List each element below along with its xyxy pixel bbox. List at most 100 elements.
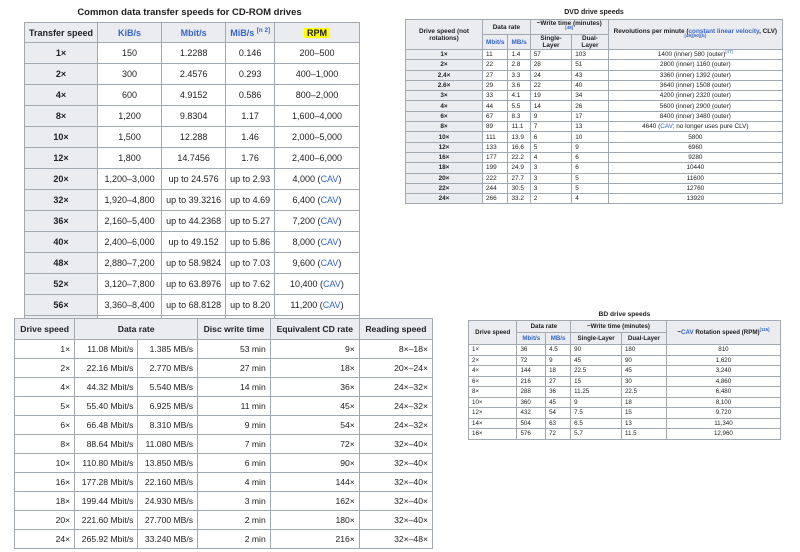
cd-header-mib[interactable]: MiB/s [n 2] xyxy=(225,22,276,43)
cd-mib-cell: up to 5.27 xyxy=(225,210,276,232)
dvd-mbit-link[interactable]: Mbit/s xyxy=(486,39,504,46)
bd-header-mbit[interactable]: Mbit/s xyxy=(516,332,547,345)
cd-mbit-cell: up to 49.152 xyxy=(161,231,227,253)
cd-speed-cell: 36× xyxy=(23,210,99,232)
bd-single-cell: 9 xyxy=(570,396,622,408)
cd-rpm-text: 4,000 ( xyxy=(292,174,321,184)
dvd-dual-cell: 51 xyxy=(571,59,609,71)
cd-rpm-text: 1,600–4,000 xyxy=(291,111,342,121)
cav-link[interactable]: CAV xyxy=(321,258,339,268)
cd-speed-cell: 52× xyxy=(23,273,99,295)
note-n2-link[interactable]: [n 2] xyxy=(257,27,270,34)
cd-mib-cell: up to 2.93 xyxy=(225,168,276,190)
dvd-single-cell: 57 xyxy=(529,48,573,61)
bd-mbit-link[interactable]: Mbit/s xyxy=(522,335,540,342)
gen-mbit-cell: 44.32 Mbit/s xyxy=(74,377,139,397)
gen-reading-cell: 32×–48× xyxy=(358,529,434,549)
cd-rpm-cell: 10,400 (CAV) xyxy=(274,273,360,295)
cav-link[interactable]: CAV xyxy=(323,279,341,289)
cd-mib-cell: 0.586 xyxy=(225,84,276,106)
cd-mib-cell: 1.46 xyxy=(225,126,276,148)
gen-mbit-cell: 88.64 Mbit/s xyxy=(74,434,139,454)
dvd-dual-cell: 4 xyxy=(571,193,609,205)
dvd-speed-cell: 8× xyxy=(405,121,483,133)
paren-close: ) xyxy=(338,237,342,247)
dvd-mbit-cell: 27 xyxy=(481,69,509,81)
cd-mbit-cell: 14.7456 xyxy=(161,147,227,169)
dvd-header-write: ~Write time (minutes)[48] xyxy=(529,19,609,35)
bd-rpm-cell: 11,340 xyxy=(665,417,782,429)
cav-link[interactable]: CAV xyxy=(321,216,339,226)
dvd-dual-cell: 5 xyxy=(571,172,609,184)
cd-rpm-text: 8,000 ( xyxy=(292,237,321,247)
paren-close: ) xyxy=(338,216,342,226)
dvd-dual-cell: 26 xyxy=(571,100,609,112)
dvd-dual-cell: 5 xyxy=(571,182,609,195)
table-row: 56× 3,360–8,400 up to 68.8128 up to 8.20 11,… xyxy=(23,294,360,316)
bd-table-caption: BD drive speeds xyxy=(598,311,651,318)
ref-48-link[interactable]: [48] xyxy=(565,25,573,30)
cd-speed-cell: 10× xyxy=(23,126,99,148)
bd-rpm-cell: 6,480 xyxy=(665,386,782,398)
cav-link[interactable]: CAV xyxy=(321,174,339,184)
dvd-cav-link[interactable]: CAV xyxy=(660,123,672,130)
table-row: 4× 44 5.5 14 26 5600 (inner) 2900 (outer) xyxy=(405,100,784,112)
gen-mbit-cell: 199.44 Mbit/s xyxy=(74,491,139,511)
ref-47-link[interactable]: [47] xyxy=(725,49,732,54)
gen-cd-rate-cell: 180× xyxy=(269,510,360,530)
gen-mb-cell: 5.540 MB/s xyxy=(137,377,199,397)
cd-speed-cell: 8× xyxy=(23,105,99,127)
generic-speed-table: Drive speed Data rate Disc write time Eq… xyxy=(13,318,434,549)
dvd-header-mb[interactable]: MB/s xyxy=(507,34,531,50)
dvd-dual-cell: 10 xyxy=(571,131,609,143)
gen-speed-cell: 18× xyxy=(13,491,76,511)
cd-mbit-cell: up to 58.9824 xyxy=(161,252,227,274)
dvd-rpm-text: 9280 xyxy=(688,154,703,162)
ref-49-50-b-link[interactable]: [49][50][b] xyxy=(685,32,707,37)
kib-link[interactable]: KiB/s xyxy=(118,28,141,38)
cav-link[interactable]: CAV xyxy=(321,237,339,247)
gen-cd-rate-cell: 36× xyxy=(269,377,360,397)
dvd-mb-cell: 1.4 xyxy=(507,48,531,61)
bd-mb-link[interactable]: MB/s xyxy=(551,335,566,342)
cd-speed-cell: 12× xyxy=(23,147,99,169)
cd-header-mbit[interactable]: Mbit/s xyxy=(161,22,227,43)
cd-speed-cell: 48× xyxy=(23,252,99,274)
gen-cd-rate-cell: 72× xyxy=(269,434,360,454)
dvd-single-cell: 19 xyxy=(529,90,573,102)
ref-115-link[interactable]: [115] xyxy=(760,327,770,332)
cd-mib-cell: up to 7.62 xyxy=(225,273,276,295)
cd-rpm-cell: 1,600–4,000 xyxy=(274,105,360,127)
dvd-mb-link[interactable]: MB/s xyxy=(511,39,526,46)
gen-write-cell: 4 min xyxy=(197,472,271,492)
bd-rpm-cell: 8,100 xyxy=(665,396,782,408)
mib-link[interactable]: MiB/s xyxy=(230,28,254,38)
bd-speed-cell: 6× xyxy=(467,375,518,387)
paren-close: ) xyxy=(340,300,344,310)
cd-rpm-cell: 7,200 (CAV) xyxy=(274,210,360,232)
gen-cd-rate-cell: 216× xyxy=(269,529,360,549)
cd-speed-cell: 4× xyxy=(23,84,99,106)
dvd-rpm-cell: 6960 xyxy=(607,141,784,153)
bd-dual-cell: 15 xyxy=(620,407,667,419)
bd-rpm-cell: 1,620 xyxy=(665,354,782,366)
cd-header-kib[interactable]: KiB/s xyxy=(97,22,163,43)
dvd-rpm-text: 8400 (inner) 3480 (outer) xyxy=(659,112,731,120)
bd-cav-link[interactable]: CAV xyxy=(681,329,694,336)
dvd-header-mbit[interactable]: Mbit/s xyxy=(481,34,509,50)
gen-cd-rate-cell: 45× xyxy=(269,396,360,416)
bd-header-mb[interactable]: MB/s xyxy=(545,332,572,345)
cav-link[interactable]: CAV xyxy=(321,195,339,205)
dvd-speed-cell: 4× xyxy=(405,100,483,112)
gen-speed-cell: 16× xyxy=(13,472,76,492)
mbit-link[interactable]: Mbit/s xyxy=(181,28,207,38)
dvd-rpm-cell: 11600 xyxy=(607,172,784,184)
cav-link[interactable]: CAV xyxy=(323,300,341,310)
bd-mb-cell: 63 xyxy=(545,417,572,429)
cd-mbit-cell: 12.288 xyxy=(161,126,227,148)
cd-kib-cell: 2,400–6,000 xyxy=(97,231,163,253)
dvd-speed-cell: 2.4× xyxy=(405,69,483,81)
dvd-rpm-text: 2800 (inner) 1160 (outer) xyxy=(660,61,731,69)
cd-mbit-cell: 9.8304 xyxy=(161,105,227,127)
cd-mbit-cell: 2.4576 xyxy=(161,63,227,85)
